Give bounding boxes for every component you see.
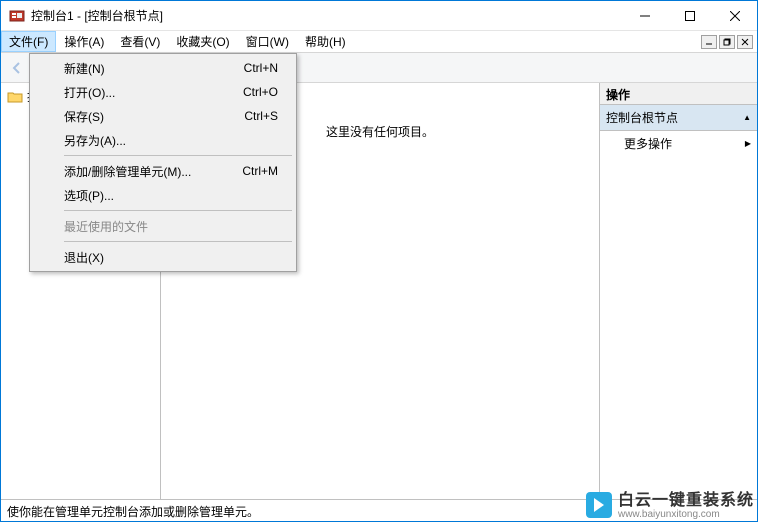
close-button[interactable] [712, 1, 757, 30]
menu-window[interactable]: 窗口(W) [238, 31, 297, 52]
window-title: 控制台1 - [控制台根节点] [31, 7, 622, 24]
actions-section[interactable]: 控制台根节点 ▲ [600, 105, 757, 131]
actions-header: 操作 [600, 83, 757, 105]
window-controls [622, 1, 757, 30]
menubar: 文件(F) 操作(A) 查看(V) 收藏夹(O) 窗口(W) 帮助(H) [1, 31, 757, 53]
menu-item-add-remove-snapin[interactable]: 添加/删除管理单元(M)... Ctrl+M [32, 159, 294, 183]
watermark: 白云一键重装系统 www.baiyunxitong.com [586, 491, 754, 520]
empty-list-text: 这里没有任何项目。 [326, 123, 434, 491]
menu-action[interactable]: 操作(A) [56, 31, 112, 52]
minimize-button[interactable] [622, 1, 667, 30]
back-arrow-icon [9, 60, 25, 76]
menu-item-open[interactable]: 打开(O)... Ctrl+O [32, 80, 294, 104]
menu-item-save-as-label: 另存为(A)... [64, 132, 126, 149]
menu-item-add-remove-label: 添加/删除管理单元(M)... [64, 163, 191, 180]
caret-right-icon: ▶ [745, 139, 751, 148]
watermark-text: 白云一键重装系统 [618, 492, 754, 509]
menu-item-recent-label: 最近使用的文件 [64, 218, 148, 235]
nav-back-button[interactable] [5, 56, 29, 80]
menu-separator [64, 155, 292, 156]
menu-item-new[interactable]: 新建(N) Ctrl+N [32, 56, 294, 80]
menu-item-save[interactable]: 保存(S) Ctrl+S [32, 104, 294, 128]
mdi-controls [701, 31, 757, 52]
menu-file[interactable]: 文件(F) [1, 31, 56, 52]
menu-item-open-shortcut: Ctrl+O [243, 85, 278, 99]
maximize-button[interactable] [667, 1, 712, 30]
caret-up-icon: ▲ [743, 113, 751, 122]
actions-more[interactable]: 更多操作 ▶ [600, 131, 757, 156]
menu-item-recent: 最近使用的文件 [32, 214, 294, 238]
app-icon [9, 8, 25, 24]
actions-section-label: 控制台根节点 [606, 109, 678, 126]
folder-icon [7, 90, 23, 104]
menu-item-save-label: 保存(S) [64, 108, 104, 125]
menu-item-save-shortcut: Ctrl+S [244, 109, 278, 123]
menu-item-options-label: 选项(P)... [64, 187, 114, 204]
actions-more-label: 更多操作 [624, 135, 672, 152]
menubar-spacer [354, 31, 701, 52]
menu-favorites[interactable]: 收藏夹(O) [168, 31, 237, 52]
menu-separator [64, 210, 292, 211]
menu-item-exit-label: 退出(X) [64, 249, 104, 266]
menu-separator [64, 241, 292, 242]
menu-view[interactable]: 查看(V) [112, 31, 168, 52]
mdi-minimize-button[interactable] [701, 35, 717, 49]
mdi-close-button[interactable] [737, 35, 753, 49]
menu-item-open-label: 打开(O)... [64, 84, 115, 101]
actions-pane: 操作 控制台根节点 ▲ 更多操作 ▶ [599, 83, 757, 499]
mdi-restore-button[interactable] [719, 35, 735, 49]
menu-item-options[interactable]: 选项(P)... [32, 183, 294, 207]
watermark-url: www.baiyunxitong.com [618, 510, 754, 520]
menu-help[interactable]: 帮助(H) [297, 31, 354, 52]
menu-item-add-remove-shortcut: Ctrl+M [242, 164, 278, 178]
menu-item-new-shortcut: Ctrl+N [244, 61, 278, 75]
menu-item-save-as[interactable]: 另存为(A)... [32, 128, 294, 152]
main-window: 控制台1 - [控制台根节点] 文件(F) 操作(A) 查看(V) 收藏夹(O)… [0, 0, 758, 522]
titlebar[interactable]: 控制台1 - [控制台根节点] [1, 1, 757, 31]
menu-item-exit[interactable]: 退出(X) [32, 245, 294, 269]
file-dropdown-menu: 新建(N) Ctrl+N 打开(O)... Ctrl+O 保存(S) Ctrl+… [29, 53, 297, 272]
statusbar-text: 使你能在管理单元控制台添加或删除管理单元。 [7, 505, 259, 519]
watermark-logo-icon [586, 492, 612, 518]
menu-item-new-label: 新建(N) [64, 60, 105, 77]
